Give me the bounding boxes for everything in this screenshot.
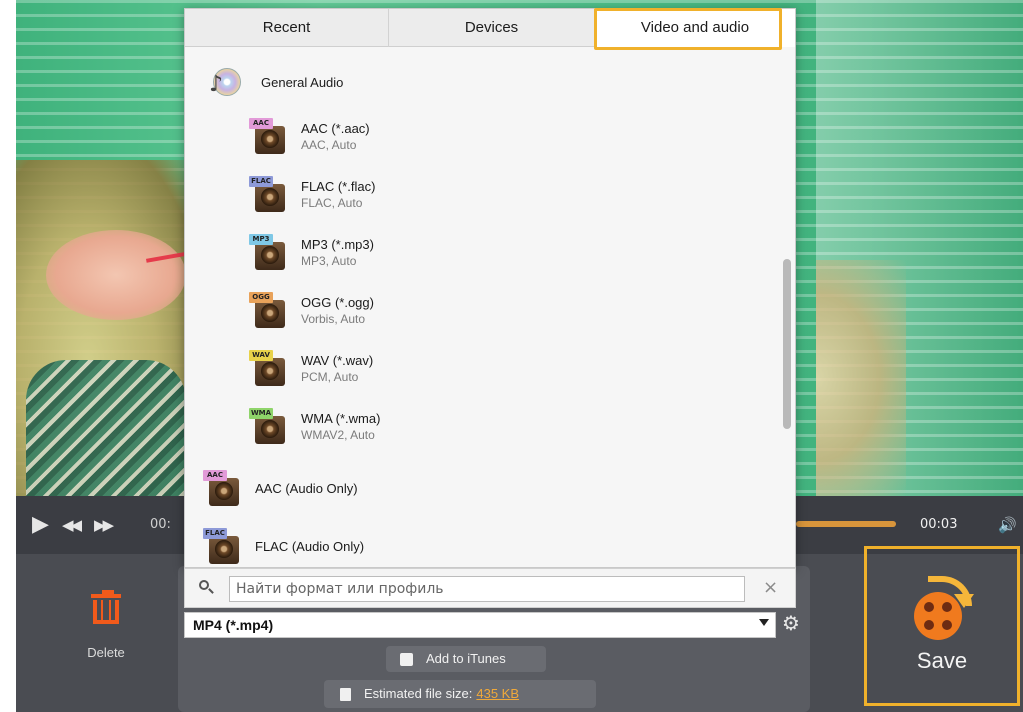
speaker-icon: FLAC — [203, 528, 241, 564]
list-item-mp3[interactable]: MP3 MP3 (*.mp3) MP3, Auto — [249, 225, 374, 279]
search-input[interactable] — [229, 576, 745, 602]
format-tag: AAC — [203, 470, 227, 481]
list-item-flac-audio-only[interactable]: FLAC FLAC (Audio Only) — [203, 519, 364, 569]
delete-label: Delete — [87, 645, 125, 660]
format-list: ♪ General Audio AAC AAC (*.aac) AAC, Aut… — [185, 47, 781, 569]
save-label: Save — [916, 648, 968, 673]
app-window: ▶ ◀◀ ▶▶ 00: 00:03 🔊 Delete Save Recent D… — [0, 0, 1023, 712]
search-bar: × — [184, 568, 796, 608]
video-person-right — [816, 260, 906, 496]
list-item-label: MP3 (*.mp3) — [301, 236, 374, 252]
list-item-label: FLAC (Audio Only) — [255, 538, 365, 554]
output-format-select[interactable]: MP4 (*.mp4) — [184, 612, 776, 638]
clear-icon[interactable]: × — [763, 577, 778, 598]
list-scrollbar[interactable] — [783, 259, 791, 429]
speaker-icon: OGG — [249, 292, 287, 328]
estimated-file-size: Estimated file size: 435 KB — [324, 680, 596, 708]
tab-devices[interactable]: Devices — [389, 9, 595, 47]
chevron-down-icon — [759, 619, 769, 626]
speaker-icon: MP3 — [249, 234, 287, 270]
list-item-sublabel: PCM, Auto — [301, 369, 359, 384]
list-item-wma[interactable]: WMA WMA (*.wma) WMAV2, Auto — [249, 399, 380, 453]
format-tag: OGG — [249, 292, 273, 303]
audio-disc-icon: ♪ — [207, 64, 247, 100]
list-item-label: FLAC (*.flac) — [301, 178, 376, 194]
list-item-sublabel: AAC, Auto — [301, 137, 357, 152]
list-item-flac[interactable]: FLAC FLAC (*.flac) FLAC, Auto — [249, 167, 375, 221]
list-item-sublabel: WMAV2, Auto — [301, 427, 375, 442]
gear-icon[interactable]: ⚙ — [780, 612, 802, 634]
format-tag: FLAC — [249, 176, 273, 187]
format-tag: AAC — [249, 118, 273, 129]
speaker-icon: WAV — [249, 350, 287, 386]
trash-icon — [91, 590, 121, 624]
speaker-icon: AAC — [249, 118, 287, 154]
progress-slider[interactable] — [796, 521, 896, 527]
list-item-sublabel: Vorbis, Auto — [301, 311, 366, 326]
file-size-label: Estimated file size: — [364, 686, 473, 701]
add-to-itunes-toggle[interactable]: Add to iTunes — [386, 646, 546, 672]
format-tag: MP3 — [249, 234, 273, 245]
list-item-aac-audio-only[interactable]: AAC AAC (Audio Only) — [203, 461, 358, 515]
itunes-label: Add to iTunes — [426, 651, 506, 666]
tab-recent[interactable]: Recent — [185, 9, 389, 47]
list-item-label: AAC (Audio Only) — [255, 480, 358, 496]
time-start: 00: — [150, 517, 171, 532]
speaker-icon: WMA — [249, 408, 287, 444]
list-item-label: AAC (*.aac) — [301, 120, 370, 136]
tab-highlight-frame — [594, 8, 782, 50]
save-button[interactable]: Save — [872, 554, 1012, 699]
file-size-value[interactable]: 435 KB — [476, 686, 519, 701]
save-reel-icon — [910, 576, 974, 642]
list-item-aac[interactable]: AAC AAC (*.aac) AAC, Auto — [249, 109, 370, 163]
format-dropdown: Recent Devices Video and audio ♪ General… — [184, 8, 796, 568]
file-size-line: Estimated file size: 435 KB — [364, 680, 519, 708]
rewind-icon[interactable]: ◀◀ — [62, 496, 82, 554]
list-item-label: General Audio — [261, 74, 344, 90]
speaker-icon: AAC — [203, 470, 241, 506]
format-tag: WAV — [249, 350, 273, 361]
list-item-general-audio[interactable]: ♪ General Audio — [207, 55, 343, 109]
list-item-label: OGG (*.ogg) — [301, 294, 374, 310]
list-item-wav[interactable]: WAV WAV (*.wav) PCM, Auto — [249, 341, 373, 395]
video-person-sleeve — [26, 360, 186, 496]
list-item-sublabel: FLAC, Auto — [301, 195, 363, 210]
search-icon — [199, 580, 214, 594]
speaker-icon: FLAC — [249, 176, 287, 212]
video-person-hand — [46, 230, 186, 320]
output-format-value: MP4 (*.mp4) — [193, 617, 274, 633]
list-item-sublabel: MP3, Auto — [301, 253, 357, 268]
format-tag: FLAC — [203, 528, 227, 539]
list-item-ogg[interactable]: OGG OGG (*.ogg) Vorbis, Auto — [249, 283, 374, 337]
list-item-label: WMA (*.wma) — [301, 410, 381, 426]
list-item-label: WAV (*.wav) — [301, 352, 374, 368]
file-icon — [340, 688, 351, 701]
format-tag: WMA — [249, 408, 273, 419]
itunes-checkbox[interactable] — [400, 653, 413, 666]
progress-fill — [796, 521, 896, 527]
play-icon[interactable]: ▶ — [32, 496, 49, 554]
delete-button[interactable]: Delete — [66, 590, 146, 674]
forward-icon[interactable]: ▶▶ — [94, 496, 114, 554]
